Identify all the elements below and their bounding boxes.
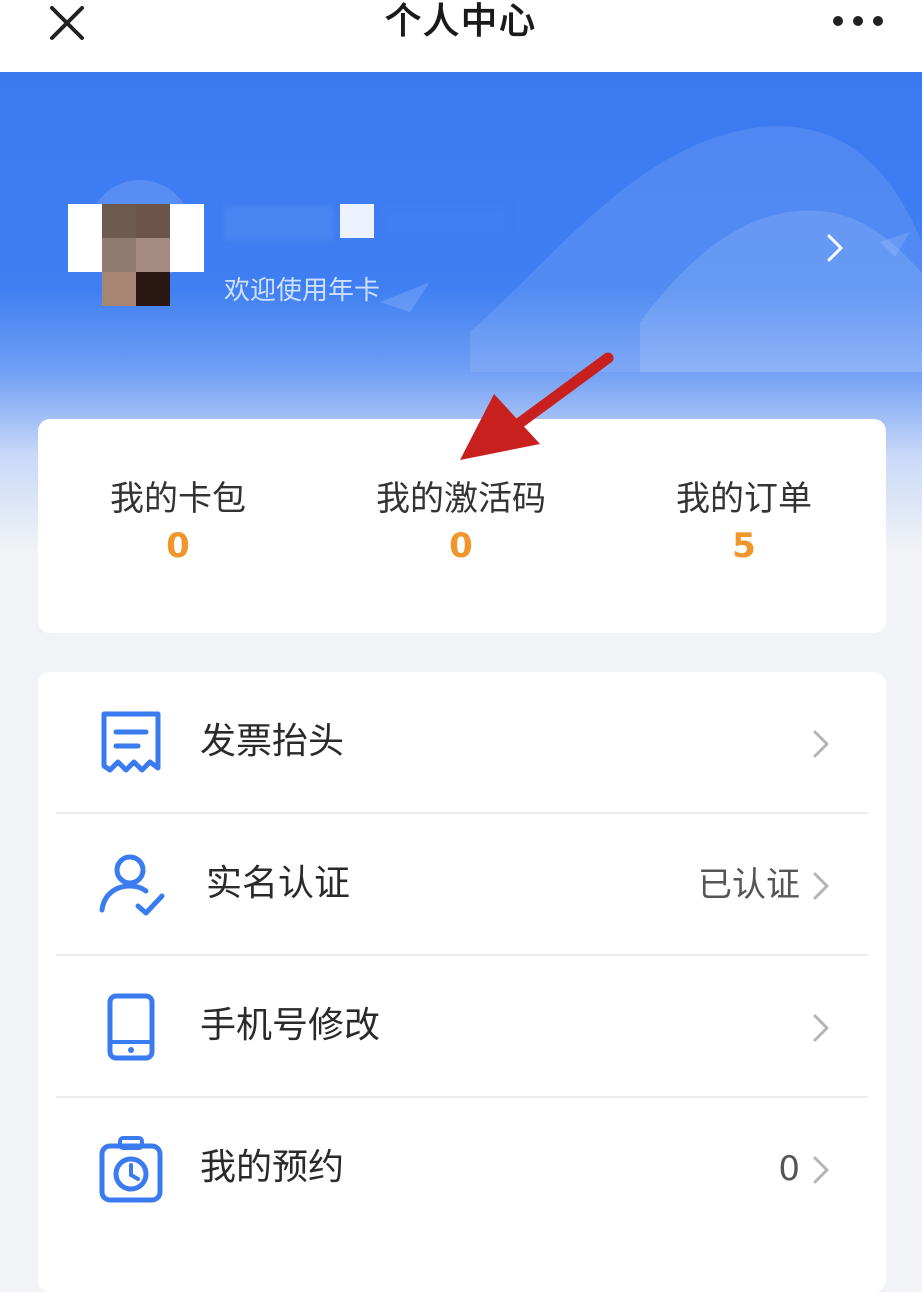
stat-value: 0: [449, 526, 473, 566]
invoice-icon: [101, 711, 161, 773]
annotation-arrow-icon: [460, 352, 614, 460]
clock-icon: [99, 1136, 163, 1203]
page-title: 个人中心: [384, 1, 537, 42]
avatar[interactable]: [68, 204, 204, 306]
menu-label: 我的预约: [200, 1147, 345, 1188]
chevron-right-icon: [813, 872, 829, 900]
menu-value: 0: [778, 1149, 800, 1189]
chevron-right-icon[interactable]: [820, 230, 850, 266]
menu-value: 已认证: [698, 865, 800, 905]
menu-label: 手机号修改: [200, 1005, 381, 1046]
stat-value: 0: [166, 526, 190, 566]
menu-item-invoice-header[interactable]: 发票抬头: [38, 672, 886, 814]
navigation-bar: 个人中心: [0, 0, 922, 72]
menu-item-my-reservations[interactable]: 我的预约 0: [38, 1098, 886, 1240]
username-blurred: [224, 200, 514, 244]
more-icon[interactable]: [830, 8, 886, 34]
stat-orders[interactable]: 我的订单 5: [614, 477, 874, 571]
menu-label: 发票抬头: [200, 721, 345, 762]
menu-item-real-name-verification[interactable]: 实名认证 已认证: [38, 814, 886, 956]
chevron-right-icon: [813, 1014, 829, 1042]
stat-label: 我的卡包: [110, 479, 246, 519]
menu-label: 实名认证: [206, 863, 351, 904]
stat-label: 我的激活码: [376, 479, 546, 519]
chevron-right-icon: [813, 730, 829, 758]
stat-label: 我的订单: [676, 479, 812, 519]
stat-card-wallet[interactable]: 我的卡包 0: [48, 477, 308, 571]
phone-icon: [107, 993, 155, 1061]
stat-activation-codes[interactable]: 我的激活码 0: [331, 477, 591, 571]
chevron-right-icon: [813, 1156, 829, 1184]
menu-item-change-phone[interactable]: 手机号修改: [38, 956, 886, 1098]
welcome-subtitle: 欢迎使用年卡: [224, 276, 381, 306]
stat-value: 5: [732, 526, 756, 566]
settings-menu: 发票抬头 实名认证 已认证 手机号修改 我的预约 0: [38, 672, 886, 1292]
user-verified-icon: [99, 854, 165, 916]
